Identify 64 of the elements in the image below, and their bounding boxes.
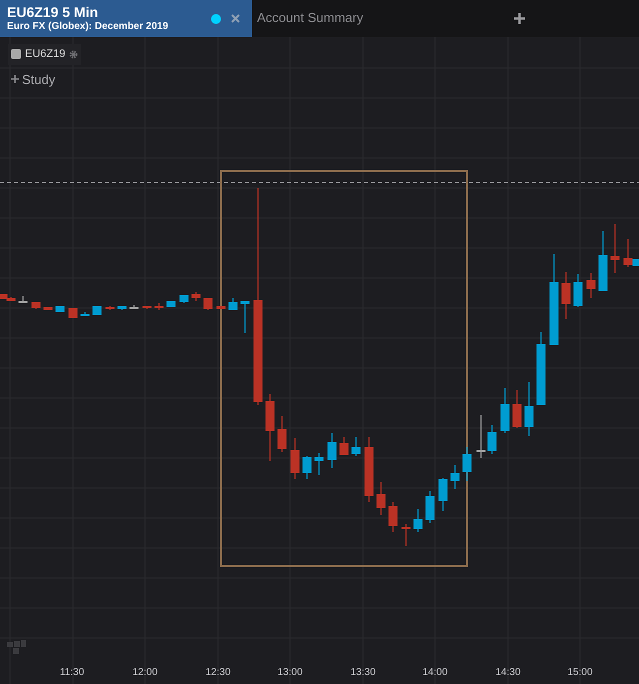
candlestick (450, 465, 460, 489)
candlestick (302, 456, 312, 479)
candlestick (80, 312, 90, 316)
axis-label: 14:30 (495, 666, 521, 680)
axis-label: 14:00 (422, 666, 448, 680)
candlestick (142, 306, 152, 309)
tab-title: EU6Z19 5 Min (7, 4, 100, 21)
candlestick (314, 453, 324, 475)
axis-label: 15:00 (567, 666, 593, 680)
axis-label: 13:00 (277, 666, 303, 680)
candlestick (388, 502, 398, 532)
candlestick (340, 437, 348, 455)
axis-label: 12:00 (132, 666, 158, 680)
candlestick (216, 306, 226, 309)
candlestick (18, 296, 28, 303)
settings-icon[interactable] (69, 50, 78, 59)
candlestick (118, 306, 126, 310)
color-swatch-icon (11, 49, 21, 60)
candlestick (266, 394, 274, 461)
candlestick (228, 298, 238, 310)
candlestick (204, 298, 212, 310)
axis-label: 12:30 (205, 666, 231, 680)
close-icon[interactable] (231, 14, 240, 23)
candlestick (352, 437, 360, 456)
candlestick (192, 292, 200, 301)
candlestick (500, 388, 510, 433)
candlestick (166, 301, 176, 307)
candlestick (376, 482, 386, 515)
candlestick (290, 438, 300, 479)
logo-icon (7, 640, 26, 654)
candlestick (488, 425, 496, 454)
candlestick (328, 433, 336, 468)
candlestick (598, 231, 608, 291)
candlestick (180, 295, 188, 303)
candlestick (402, 524, 410, 546)
candlestick (586, 273, 596, 298)
candlestick (240, 301, 250, 333)
candlestick (154, 303, 164, 310)
candlestick (438, 478, 448, 511)
candlestick (278, 416, 286, 452)
candlestick (106, 306, 114, 310)
candlestick (414, 509, 422, 532)
axis-label: 11:30 (60, 666, 84, 680)
candlestick (610, 224, 620, 273)
candlestick (426, 491, 434, 523)
candlestick (462, 447, 472, 481)
candlestick (32, 302, 40, 309)
symbol-legend[interactable]: EU6Z19 (8, 44, 82, 64)
candlestick (476, 415, 486, 458)
chart-tab[interactable]: Account Summary (252, 0, 368, 37)
candlestick (364, 437, 374, 502)
candlestick (574, 274, 582, 307)
candlestick (92, 306, 102, 315)
axis-label: 13:30 (350, 666, 376, 680)
chart-tab[interactable]: EU6Z19 5 Min Euro FX (Globex): December 2019 (0, 0, 252, 37)
add-study-button[interactable]: Study (8, 70, 58, 89)
candlestick (562, 272, 570, 319)
candlestick (524, 382, 534, 436)
candlestick (130, 305, 138, 309)
tab-subtitle: Euro FX (Globex): December 2019 (7, 21, 170, 34)
add-tab-icon[interactable] (514, 13, 525, 24)
plus-icon (11, 75, 19, 84)
tab-title: Account Summary (257, 10, 364, 27)
candlestick (512, 390, 522, 428)
